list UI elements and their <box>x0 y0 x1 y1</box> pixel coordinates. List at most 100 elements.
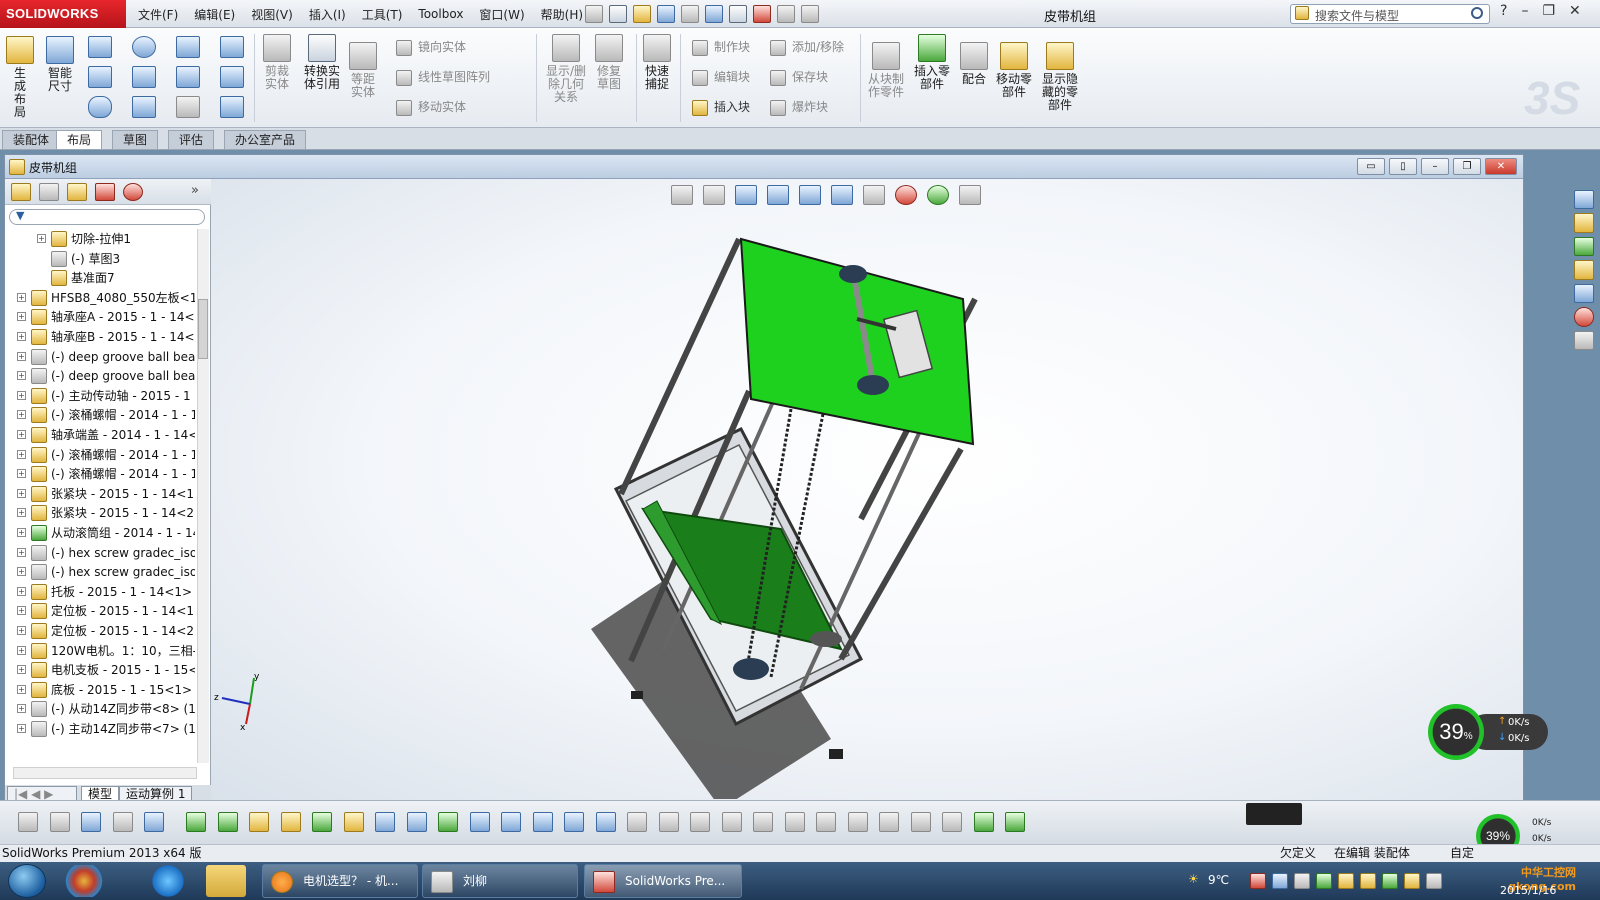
smart-dimension-button[interactable]: 智能尺寸 <box>40 36 80 93</box>
minimize-icon[interactable]: – <box>1521 3 1528 19</box>
menu-help[interactable]: 帮助(H) <box>533 6 591 23</box>
custom-properties-icon[interactable] <box>1574 330 1594 350</box>
mate-button[interactable]: 配合 <box>958 42 990 86</box>
security-icon[interactable] <box>1250 873 1266 889</box>
select-other-icon[interactable] <box>144 812 164 832</box>
expand-toggle-icon[interactable]: + <box>17 606 26 616</box>
filter-dowel-pins-icon[interactable] <box>879 812 899 832</box>
temperature[interactable]: 9℃ <box>1208 873 1229 887</box>
view-settings-icon[interactable] <box>959 185 981 205</box>
search-icon[interactable] <box>1471 7 1483 19</box>
undo-icon[interactable] <box>705 5 723 23</box>
tree-item[interactable]: + (-) 主动传动轴 - 2015 - 1 - <box>5 386 195 406</box>
fillet-icon[interactable] <box>176 96 200 118</box>
solidworks-resources-icon[interactable] <box>1574 190 1594 210</box>
close-icon[interactable]: ✕ <box>1569 3 1581 19</box>
expand-toggle-icon[interactable]: + <box>17 724 26 733</box>
expand-toggle-icon[interactable]: + <box>17 684 26 694</box>
edit-block-button[interactable]: 编辑块 <box>692 68 750 86</box>
trim-button[interactable]: 剪裁实体 <box>258 34 296 91</box>
tree-item[interactable]: + (-) hex screw gradec_iso- <box>5 562 195 582</box>
menu-file[interactable]: 文件(F) <box>130 6 186 23</box>
tree-item[interactable]: + 切除-拉伸1 <box>5 229 195 249</box>
tab-layout[interactable]: 布局 <box>56 130 103 149</box>
tree-item[interactable]: + 底板 - 2015 - 1 - 15<1> - <box>5 680 195 700</box>
tree-item[interactable]: + (-) 从动14Z同步带<8> (14 <box>5 699 195 719</box>
doc-restore-icon[interactable]: ❐ <box>1453 158 1481 175</box>
expand-toggle-icon[interactable]: + <box>17 547 26 557</box>
file-properties-icon[interactable] <box>777 5 795 23</box>
tree-item[interactable]: + 轴承座A - 2015 - 1 - 14<1 <box>5 307 195 327</box>
expand-toggle-icon[interactable]: + <box>17 665 26 675</box>
rebuild-icon[interactable] <box>753 5 771 23</box>
filter-components-icon[interactable] <box>973 812 994 832</box>
tree-item[interactable]: + (-) 主动14Z同步带<7> (14 <box>5 719 195 739</box>
filter-edges-icon[interactable] <box>217 812 238 832</box>
display-manager-tab-icon[interactable] <box>123 183 143 201</box>
tray-check-icon[interactable] <box>1382 873 1398 889</box>
expand-toggle-icon[interactable]: + <box>17 390 26 400</box>
tree-item[interactable]: + 定位板 - 2015 - 1 - 14<1> <box>5 601 195 621</box>
tree-scroll-thumb[interactable] <box>198 299 208 359</box>
expand-toggle-icon[interactable]: + <box>17 351 26 361</box>
tab-office-products[interactable]: 办公室产品 <box>224 130 307 149</box>
belt-conveyor-3d-model[interactable] <box>591 219 1011 799</box>
tree-item[interactable]: + 轴承端盖 - 2014 - 1 - 14< <box>5 425 195 445</box>
qq-icon[interactable] <box>1338 873 1354 889</box>
filter-clear-icon[interactable] <box>49 812 70 832</box>
expand-toggle-icon[interactable]: + <box>17 410 26 420</box>
menu-toolbox[interactable]: Toolbox <box>410 7 471 21</box>
solidworks-logo[interactable]: SOLIDWORKS <box>0 0 126 28</box>
explode-block-button[interactable]: 爆炸块 <box>770 98 828 116</box>
tree-item[interactable]: + (-) deep groove ball bea <box>5 366 195 386</box>
start-button[interactable] <box>8 864 46 898</box>
tab-assembly[interactable]: 装配体 <box>2 130 61 149</box>
filter-midpoints-icon[interactable] <box>469 812 490 832</box>
tree-item[interactable]: + (-) 滚桶螺帽 - 2014 - 1 - 1 <box>5 405 195 425</box>
repair-sketch-button[interactable]: 修复草图 <box>592 34 626 91</box>
apply-scene-icon[interactable] <box>927 185 949 205</box>
appearances-icon[interactable] <box>1574 307 1594 327</box>
tree-item[interactable]: + 定位板 - 2015 - 1 - 14<2> <box>5 621 195 641</box>
print-icon[interactable] <box>681 5 699 23</box>
internet-explorer-icon[interactable] <box>148 865 188 897</box>
view-orientation-icon[interactable] <box>799 185 821 205</box>
filter-routing-points-icon[interactable] <box>942 812 962 832</box>
add-remove-button[interactable]: 添加/移除 <box>770 38 844 56</box>
point-icon[interactable] <box>220 96 244 118</box>
view-palette-icon[interactable] <box>1574 283 1594 304</box>
property-manager-tab-icon[interactable] <box>39 183 59 201</box>
convert-entities-button[interactable]: 转换实体引用 <box>302 34 342 91</box>
search-input[interactable]: 搜索文件与模型 <box>1290 4 1490 24</box>
expand-toggle-icon[interactable]: + <box>17 704 26 714</box>
restore-icon[interactable]: ❐ <box>1542 3 1555 19</box>
filter-toggle-icon[interactable] <box>18 812 38 832</box>
tree-item[interactable]: +(-) 草图3 <box>5 249 195 269</box>
section-view-icon[interactable] <box>767 185 789 205</box>
filter-welds-icon[interactable] <box>753 812 773 832</box>
feature-tree-tab-icon[interactable] <box>11 183 31 201</box>
display-style-icon[interactable] <box>831 185 853 205</box>
select-arrow-icon[interactable] <box>729 5 747 23</box>
menu-insert[interactable]: 插入(I) <box>301 6 354 23</box>
zoom-to-fit-icon[interactable] <box>671 185 693 205</box>
options-icon[interactable] <box>801 5 819 23</box>
filter-surface-finish-icon[interactable] <box>721 812 742 832</box>
insert-components-button[interactable]: 插入零部件 <box>912 34 952 91</box>
make-block-button[interactable]: 制作块 <box>692 38 750 56</box>
tree-item[interactable]: +120W电机。1：10，三相- <box>5 641 195 661</box>
insert-block-button[interactable]: 插入块 <box>692 98 750 116</box>
tile-vertical-icon[interactable]: ▯ <box>1389 158 1417 175</box>
line-icon[interactable] <box>88 36 112 58</box>
spline-icon[interactable] <box>176 36 200 58</box>
tree-item[interactable]: + 张紧块 - 2015 - 1 - 14<2> <box>5 503 195 523</box>
filter-sketch-points-icon[interactable] <box>375 812 395 832</box>
filter-gtol-icon[interactable] <box>627 812 647 832</box>
tree-item[interactable]: + (-) 滚桶螺帽 - 2014 - 1 - 1 <box>5 445 195 465</box>
weather-icon[interactable]: ☀ <box>1188 872 1199 886</box>
tree-horizontal-scrollbar[interactable] <box>13 767 197 779</box>
filter-sketches-icon[interactable] <box>406 812 427 832</box>
filter-dimensions-icon[interactable] <box>564 812 584 832</box>
design-library-icon[interactable] <box>1574 213 1594 233</box>
move-entities-button[interactable]: 移动实体 <box>396 98 466 116</box>
